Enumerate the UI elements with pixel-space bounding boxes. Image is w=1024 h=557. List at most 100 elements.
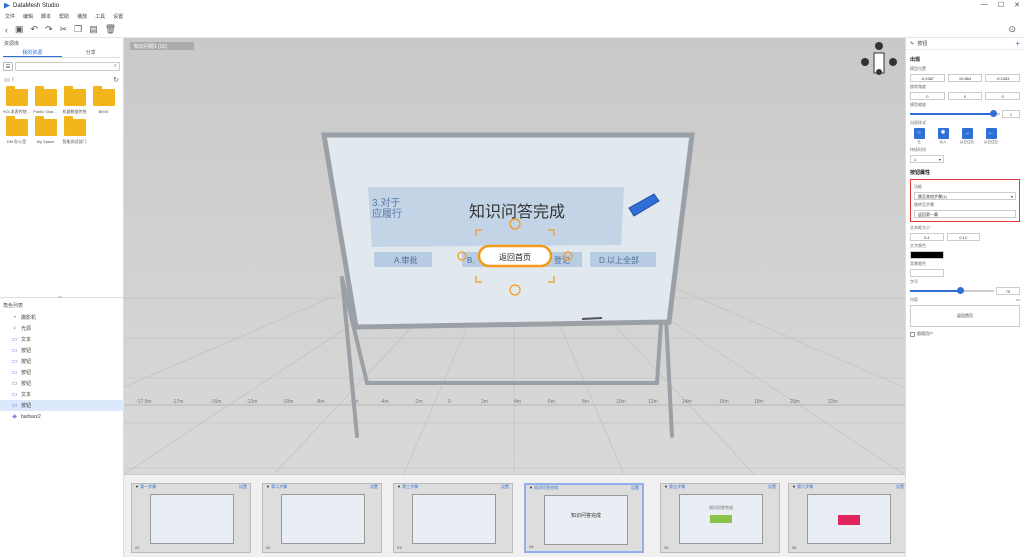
folder-item[interactable]: DM 办公室 [2,116,31,145]
menu-help[interactable]: 帮助 [59,13,69,20]
nav-left-icon[interactable] [861,58,869,66]
arrow-left-icon: ← [985,128,997,139]
step-thumbnail-active[interactable]: ▼ 知识问答完成 设置 知识问答完成 04 [524,483,644,553]
edit-icon[interactable]: ✎ [910,41,914,47]
menu-play[interactable]: 播放 [77,13,87,20]
menu-tools[interactable]: 工具 [95,13,105,20]
undo-icon[interactable]: ↶ [31,24,39,35]
role-item-button[interactable]: ▭ 按钮 [0,378,124,389]
position-z-input[interactable]: -9.2453 [985,74,1021,82]
menu-file[interactable]: 文件 [5,13,15,20]
collapse-icon[interactable]: ▼ [266,484,270,489]
role-item-model[interactable]: ◈ barbarz2 [0,411,124,422]
collapse-icon[interactable]: ▼ [529,485,533,490]
role-item-light[interactable]: ♀ 光源 [0,323,124,334]
filter-button[interactable]: ☰ [3,62,13,71]
role-item-camera[interactable]: ◔ 摄影机 [0,312,124,323]
target-step-input[interactable]: 返回第一幕 [914,210,1016,218]
publish-icon[interactable]: ⊙ [1008,24,1016,35]
step-thumbnail[interactable]: ▼ 第一步骤 设置 01 [131,483,251,553]
folder-icon [34,86,57,106]
app-title: DataMesh Studio [13,2,60,9]
folder-icon [5,86,28,106]
font-size-slider-knob[interactable] [957,287,965,294]
follow-user-checkbox[interactable] [910,331,915,337]
follow-user-row[interactable]: 跟随用户 [910,331,1020,337]
scene-canvas[interactable]: -17.5m -17m -16m -12m -10m -8m -6m -4m -… [124,38,905,474]
menu-settings[interactable]: 设置 [113,13,123,20]
step-thumbnail[interactable]: ▼ 第二步骤 设置 02 [262,483,382,553]
role-item-text[interactable]: ▭ 文本 [0,334,124,345]
copy-icon[interactable]: ❐ [74,24,82,35]
folder-item[interactable]: HOL发表传统… [2,86,31,115]
role-item-button[interactable]: ▭ 按钮 [0,345,124,356]
add-icon[interactable]: + [1015,39,1020,48]
step-thumbnail[interactable]: ▼ 第三步骤 设置 03 [393,483,513,553]
collapse-icon[interactable]: ▼ [397,484,401,489]
role-item-text[interactable]: ▭ 文本 [0,389,124,400]
panel-splitter[interactable]: ••• [0,294,124,299]
title-bar: DataMesh Studio — ☐ ✕ [0,0,1024,11]
menu-script[interactable]: 脚本 [41,13,51,20]
folder-item[interactable]: 机器数据传统 [60,86,89,115]
folder-item[interactable]: BIMS [89,86,118,115]
collapse-icon[interactable]: ▼ [792,484,796,489]
event-select[interactable]: 跳至其他步骤(1) ▾ [914,192,1016,200]
none-icon: ○ [913,128,925,139]
text-width-input[interactable]: 0.4 [910,233,944,241]
mode-left-to-right[interactable]: → 从左往右 [958,128,976,145]
scale-value-input[interactable]: 1 [1002,110,1020,118]
role-item-button[interactable]: ▭ 按钮 [0,356,124,367]
collapse-icon[interactable]: ▼ [135,484,139,489]
minimize-button[interactable]: — [981,1,988,9]
nav-top-icon[interactable] [875,42,883,50]
maximize-button[interactable]: ☐ [998,1,1004,9]
role-item-button-selected[interactable]: ▭ 按钮 [0,400,124,411]
close-button[interactable]: ✕ [1014,1,1020,9]
bg-color-swatch[interactable] [910,269,944,277]
scale-slider[interactable]: 1 [910,110,1020,118]
mode-right-to-left[interactable]: ← 从右往左 [982,128,1000,145]
menu-edit[interactable]: 编辑 [23,13,33,20]
tab-shared[interactable]: 分享 [62,48,121,57]
ruler-label: 4m [514,399,521,405]
chevron-down-icon: ▾ [938,157,941,162]
content-textarea[interactable]: 返回首页 [910,305,1020,327]
mode-none[interactable]: ○ 无 [910,128,928,145]
scene-viewport[interactable]: -17.5m -17m -16m -12m -10m -8m -6m -4m -… [124,38,905,474]
folder-item[interactable]: Public Shar… [31,86,60,115]
mode-fade[interactable]: ✺ 淡入 [934,128,952,145]
nav-bottom-icon[interactable] [876,69,882,75]
text-height-input[interactable]: 0.12 [946,233,980,241]
save-icon[interactable]: ▣ [15,24,24,35]
duration-select[interactable]: 1 ▾ [910,155,944,163]
folder-grid: HOL发表传统… Public Shar… 机器数据传统 BIMS DM 办公室… [0,85,123,149]
scale-slider-knob[interactable] [989,110,997,117]
font-size-input[interactable]: 75 [996,287,1020,295]
folder-icon [92,86,115,106]
step-thumbnail[interactable]: ▼ 第五步骤 设置 知识问答完成 05 [660,483,780,553]
folder-icon [34,116,57,136]
paste-icon[interactable]: ▤ [89,24,98,35]
collapse-icon[interactable]: ▼ [664,484,668,489]
role-item-button[interactable]: ▭ 按钮 [0,367,124,378]
step-thumbnail[interactable]: ▼ 第六步骤 设置 06 [788,483,908,553]
tab-my-resources[interactable]: 我的资源 [3,48,62,57]
back-icon[interactable]: ‹ [5,25,8,35]
position-y-input[interactable]: 10.884 [947,74,983,82]
font-size-slider[interactable]: 75 [910,287,1020,295]
rotation-y-input[interactable]: 0 [947,92,983,100]
search-input[interactable]: ⌕ [15,62,120,71]
rotation-z-input[interactable]: 0 [985,92,1021,100]
position-x-input[interactable]: -0.0387 [910,74,945,82]
folder-item[interactable]: 智能测试部门 [60,116,89,145]
refresh-icon[interactable]: ↻ [113,76,119,84]
cut-icon[interactable]: ✂ [60,24,68,35]
more-icon[interactable]: ••• [1016,297,1020,303]
delete-icon[interactable]: 🗑 [105,24,116,35]
redo-icon[interactable]: ↷ [45,24,53,35]
nav-right-icon[interactable] [889,58,897,66]
rotation-x-input[interactable]: 0 [910,92,945,100]
folder-item[interactable]: My Space [31,116,60,145]
text-color-swatch[interactable] [910,251,944,259]
